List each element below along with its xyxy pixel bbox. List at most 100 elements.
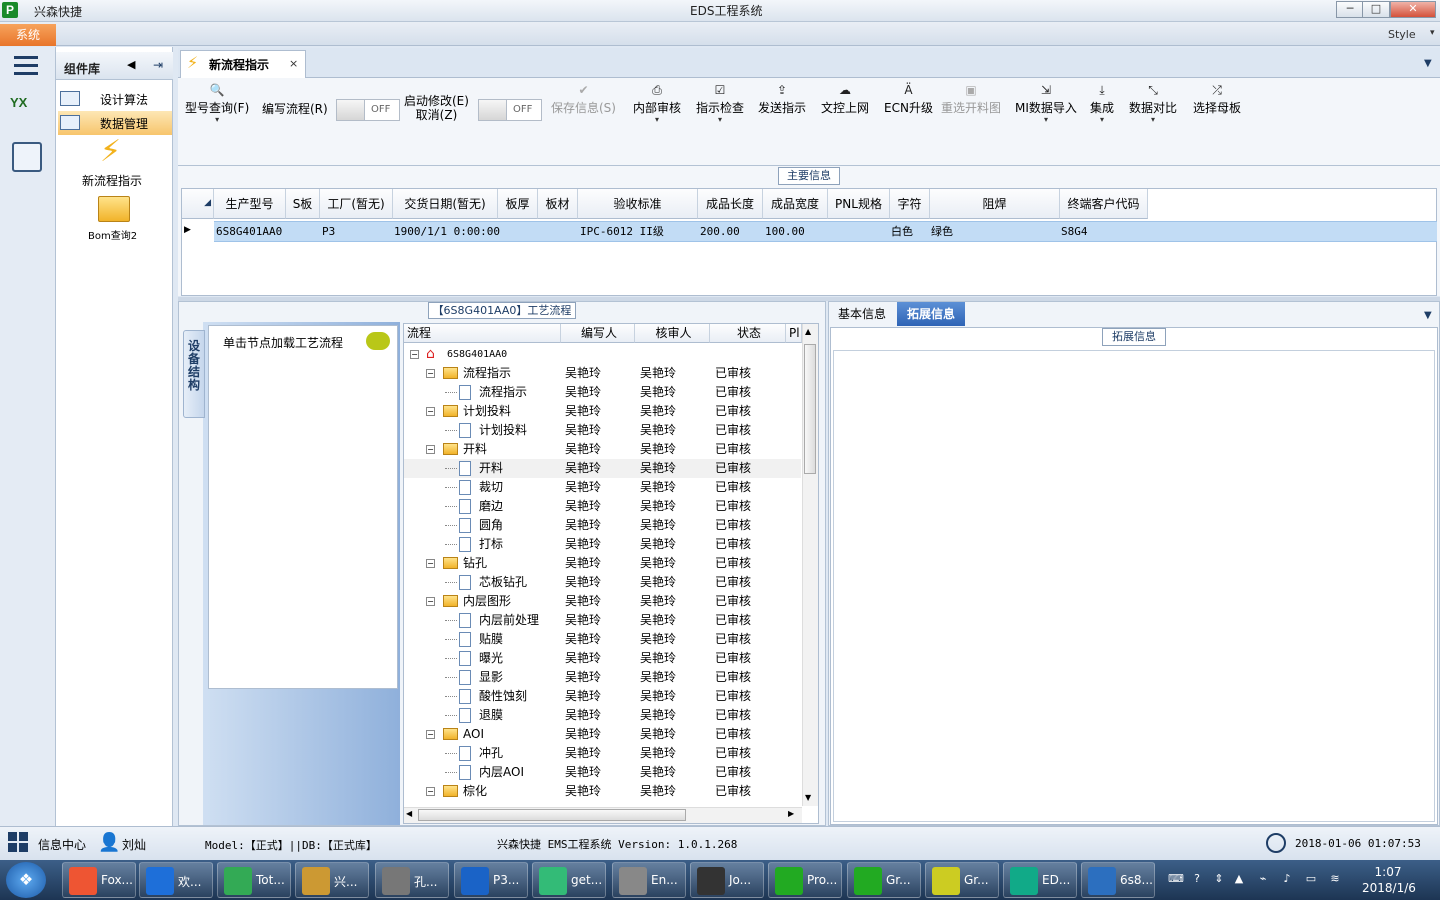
tree-leaf-node[interactable]: 曝光 吴艳玲 吴艳玲 已审核 — [404, 649, 801, 668]
taskbar-item[interactable]: Jo... — [690, 862, 764, 898]
tree-leaf-node[interactable]: 开料 吴艳玲 吴艳玲 已审核 — [404, 459, 801, 478]
keyboard-icon[interactable]: ⌨ — [1168, 872, 1184, 886]
tree-root[interactable]: − ⌂ 6S8G401AA0 — [404, 345, 801, 364]
startup-modify-toggle[interactable]: OFF — [478, 99, 542, 121]
column-header[interactable]: PNL规格 — [828, 189, 890, 219]
collapse-icon[interactable]: − — [426, 597, 435, 606]
tree-folder-node[interactable]: − 内层图形 吴艳玲 吴艳玲 已审核 — [404, 592, 801, 611]
lightning-icon[interactable]: ⚡ — [100, 137, 121, 167]
send-guide-button[interactable]: ⇪ 发送指示 — [758, 83, 806, 116]
column-header[interactable]: 字符 — [890, 189, 930, 219]
column-header[interactable]: 生产型号 — [214, 189, 286, 219]
tree-leaf-node[interactable]: 贴膜 吴艳玲 吴艳玲 已审核 — [404, 630, 801, 649]
tree-folder-node[interactable]: − 计划投料 吴艳玲 吴艳玲 已审核 — [404, 402, 801, 421]
tree-leaf-node[interactable]: 计划投料 吴艳玲 吴艳玲 已审核 — [404, 421, 801, 440]
tree-leaf-node[interactable]: 内层AOI 吴艳玲 吴艳玲 已审核 — [404, 763, 801, 782]
column-header[interactable]: 流程 — [404, 324, 561, 343]
scrollbar-thumb[interactable] — [418, 809, 686, 821]
tree-leaf-node[interactable]: 打标 吴艳玲 吴艳玲 已审核 — [404, 535, 801, 554]
collapse-icon[interactable]: − — [410, 350, 419, 359]
taskbar-item[interactable]: Fox... — [62, 862, 136, 898]
column-header[interactable]: 编写人 — [561, 324, 635, 343]
tree-folder-node[interactable]: − AOI 吴艳玲 吴艳玲 已审核 — [404, 725, 801, 744]
close-button[interactable]: ✕ — [1390, 1, 1436, 18]
new-flow-tool-label[interactable]: 新流程指示 — [82, 172, 142, 189]
chevron-down-icon[interactable]: ▼ — [1424, 310, 1432, 321]
taskbar-item[interactable]: Pro... — [768, 862, 842, 898]
scroll-up-icon[interactable]: ▲ — [805, 327, 811, 336]
arrow-left-icon[interactable]: ◀ — [127, 58, 135, 71]
tree-leaf-node[interactable]: 磨边 吴艳玲 吴艳玲 已审核 — [404, 497, 801, 516]
column-header[interactable]: 板材 — [538, 189, 578, 219]
show-hidden-icon[interactable]: ▲ — [1232, 872, 1246, 886]
monitor-icon[interactable]: ▭ — [1304, 872, 1318, 886]
system-menu[interactable]: 系统 — [0, 24, 56, 46]
tree-leaf-node[interactable]: 流程指示 吴艳玲 吴艳玲 已审核 — [404, 383, 801, 402]
comp-item-design-algorithm[interactable]: 设计算法 — [58, 87, 172, 111]
ecn-upgrade-button[interactable]: Ä ECN升级 — [884, 83, 933, 116]
tab-basic-info[interactable]: 基本信息 — [832, 303, 892, 325]
select-mother-button[interactable]: ⤮ 选择母板 — [1193, 83, 1241, 116]
tree-leaf-node[interactable]: 圆角 吴艳玲 吴艳玲 已审核 — [404, 516, 801, 535]
column-header[interactable]: 验收标准 — [578, 189, 698, 219]
comp-item-data-management[interactable]: 数据管理 — [58, 111, 172, 135]
collapse-icon[interactable]: − — [426, 369, 435, 378]
taskbar-item[interactable]: 兴... — [295, 862, 369, 898]
column-header[interactable]: 状态 — [710, 324, 786, 343]
data-compare-button[interactable]: ⤡ 数据对比 ▾ — [1129, 83, 1177, 124]
app-tray-icon[interactable]: ≋ — [1328, 872, 1342, 886]
collapse-icon[interactable]: − — [426, 787, 435, 796]
menu-icon[interactable] — [14, 56, 38, 76]
tree-leaf-node[interactable]: 退膜 吴艳玲 吴艳玲 已审核 — [404, 706, 801, 725]
collapse-icon[interactable]: − — [426, 407, 435, 416]
taskbar-item[interactable]: ED... — [1003, 862, 1077, 898]
column-header[interactable]: 成品宽度 — [763, 189, 828, 219]
guide-check-button[interactable]: ☑ 指示检查 ▾ — [696, 83, 744, 124]
scroll-down-icon[interactable]: ▼ — [805, 793, 811, 802]
redo-cut-map-button[interactable]: ▣ 重选开料图 — [941, 83, 1001, 116]
column-header[interactable]: 工厂(暂无) — [320, 189, 393, 219]
yx-factory-icon[interactable]: YX — [10, 95, 44, 127]
taskbar-item[interactable]: 孔... — [375, 862, 449, 898]
column-header[interactable]: Pl — [786, 324, 802, 343]
calculator-icon[interactable] — [12, 142, 42, 172]
collapse-icon[interactable]: − — [426, 445, 435, 454]
taskbar-item[interactable]: En... — [612, 862, 686, 898]
pin-icon[interactable]: ⇥ — [153, 58, 163, 72]
folder-icon[interactable] — [98, 196, 130, 222]
collapse-icon[interactable]: − — [426, 730, 435, 739]
help-icon[interactable]: ? — [1190, 872, 1204, 886]
tree-folder-node[interactable]: − 流程指示 吴艳玲 吴艳玲 已审核 — [404, 364, 801, 383]
column-header[interactable]: 板厚 — [498, 189, 538, 219]
save-info-button[interactable]: ✔ 保存信息(S) — [551, 83, 616, 116]
tree-leaf-node[interactable]: 酸性蚀刻 吴艳玲 吴艳玲 已审核 — [404, 687, 801, 706]
column-header[interactable]: S板 — [286, 189, 320, 219]
scroll-left-icon[interactable]: ◀ — [406, 809, 412, 818]
tab-extended-info[interactable]: 拓展信息 — [897, 302, 965, 326]
style-menu[interactable]: Style — [1388, 28, 1416, 41]
taskbar-item[interactable]: 欢... — [139, 862, 213, 898]
taskbar-item[interactable]: get... — [532, 862, 606, 898]
mi-import-button[interactable]: ⇲ MI数据导入 ▾ — [1015, 83, 1077, 124]
write-flow-toggle[interactable]: OFF — [336, 99, 400, 121]
integrate-button[interactable]: ⤓ 集成 ▾ — [1090, 83, 1114, 124]
type-query-button[interactable]: 🔍 型号查询(F) ▾ — [185, 83, 249, 124]
volume-icon[interactable]: ♪ — [1280, 872, 1294, 886]
bom-query-tool-label[interactable]: Bom查询2 — [88, 227, 137, 242]
tree-folder-node[interactable]: − 棕化 吴艳玲 吴艳玲 已审核 — [404, 782, 801, 801]
close-icon[interactable]: × — [289, 57, 298, 70]
column-header[interactable]: 交货日期(暂无) — [393, 189, 498, 219]
collapse-icon[interactable]: − — [426, 559, 435, 568]
taskbar-item[interactable]: Gr... — [847, 862, 921, 898]
scroll-right-icon[interactable]: ▶ — [788, 809, 794, 818]
column-header[interactable]: 核审人 — [635, 324, 710, 343]
tree-folder-node[interactable]: − 开料 吴艳玲 吴艳玲 已审核 — [404, 440, 801, 459]
column-header[interactable]: 阻焊 — [930, 189, 1060, 219]
taskbar-item[interactable]: P3... — [454, 862, 528, 898]
tree-leaf-node[interactable]: 裁切 吴艳玲 吴艳玲 已审核 — [404, 478, 801, 497]
tree-leaf-node[interactable]: 冲孔 吴艳玲 吴艳玲 已审核 — [404, 744, 801, 763]
start-button[interactable]: ❖ — [6, 862, 46, 898]
tree-folder-node[interactable]: − 钻孔 吴艳玲 吴艳玲 已审核 — [404, 554, 801, 573]
chevron-down-icon[interactable]: ▼ — [1424, 58, 1432, 69]
taskbar-item[interactable]: Gr... — [925, 862, 999, 898]
